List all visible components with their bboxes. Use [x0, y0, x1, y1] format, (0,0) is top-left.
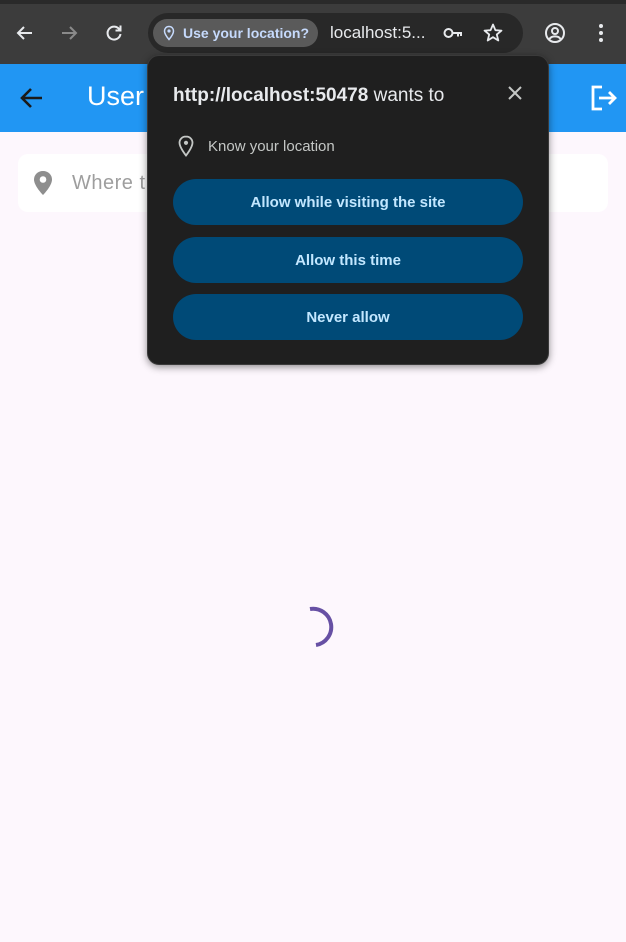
dialog-origin: http://localhost:50478: [173, 85, 369, 106]
location-pin-icon: [34, 171, 52, 195]
key-icon[interactable]: [442, 22, 464, 44]
back-arrow-icon[interactable]: [19, 85, 45, 111]
account-circle-icon: [545, 23, 565, 43]
tab-strip-edge: [0, 0, 626, 4]
arrow-right-icon: [62, 26, 78, 40]
reload-icon: [106, 25, 122, 41]
allow-while-visiting-button[interactable]: Allow while visiting the site: [173, 179, 523, 225]
location-permission-chip[interactable]: Use your location?: [153, 19, 318, 47]
dialog-heading: http://localhost:50478 wants to: [173, 85, 444, 107]
location-permission-dialog: http://localhost:50478 wants to Know you…: [147, 55, 549, 365]
permission-description: Know your location: [208, 138, 335, 155]
dialog-wants-to: wants to: [368, 85, 445, 106]
address-bar[interactable]: Use your location? localhost:5...: [148, 13, 523, 53]
close-icon[interactable]: [505, 83, 525, 103]
page-title: User: [87, 81, 145, 111]
browser-back-button[interactable]: [12, 20, 38, 46]
search-placeholder: Where t: [72, 172, 146, 194]
loading-spinner: [309, 606, 334, 647]
profile-button[interactable]: [542, 20, 568, 46]
star-icon[interactable]: [482, 22, 504, 44]
browser-forward-button[interactable]: [56, 20, 82, 46]
browser-reload-button[interactable]: [101, 20, 127, 46]
allow-this-time-button[interactable]: Allow this time: [173, 237, 523, 283]
location-pin-icon: [163, 25, 175, 41]
url-text[interactable]: localhost:5...: [330, 23, 425, 43]
browser-menu-button[interactable]: [588, 20, 614, 46]
location-chip-label: Use your location?: [183, 25, 310, 41]
arrow-left-icon: [16, 26, 32, 40]
logout-icon[interactable]: [588, 83, 618, 113]
kebab-menu-icon: [599, 24, 603, 42]
never-allow-button[interactable]: Never allow: [173, 294, 523, 340]
location-pin-icon: [178, 135, 194, 157]
